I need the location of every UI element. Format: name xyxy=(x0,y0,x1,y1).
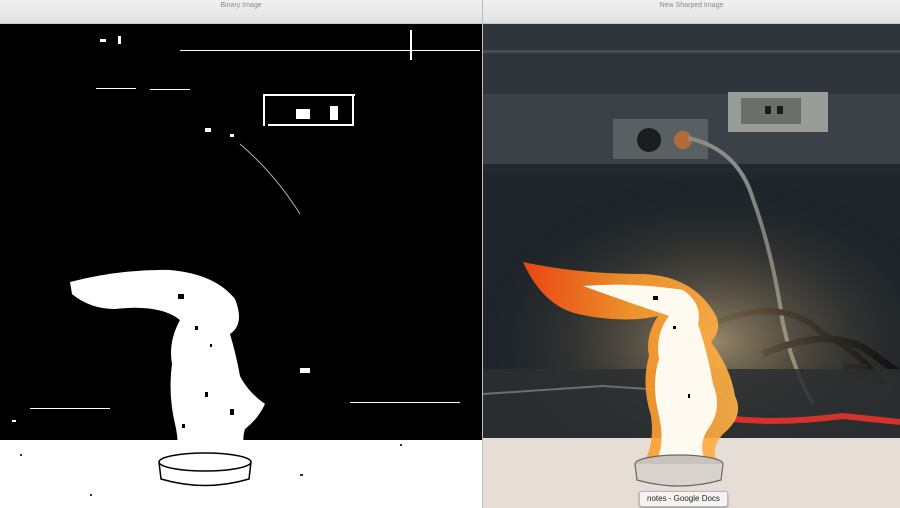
window-title: Binary Image xyxy=(220,2,262,9)
binary-image xyxy=(0,24,482,508)
binary-image-window: Binary Image xyxy=(0,0,482,508)
window-titlebar[interactable]: New Sharped Image xyxy=(483,0,900,24)
sharped-image-window: New Sharped Image xyxy=(483,0,900,508)
sharped-image xyxy=(483,24,900,508)
sharped-image-canvas xyxy=(483,24,900,508)
binary-image-canvas xyxy=(0,24,482,508)
window-title: New Sharped Image xyxy=(659,2,724,9)
dock-tooltip: notes - Google Docs xyxy=(639,491,728,507)
window-titlebar[interactable]: Binary Image xyxy=(0,0,482,24)
